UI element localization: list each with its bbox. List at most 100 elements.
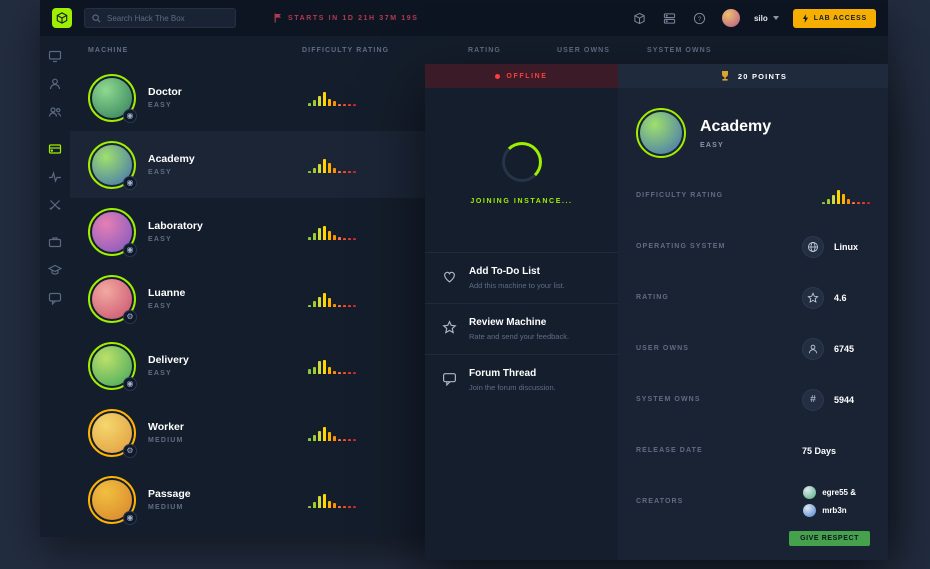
action-title: Forum Thread [469, 368, 537, 379]
machine-name: Passage [148, 488, 191, 500]
machine-difficulty: EASY [148, 102, 172, 109]
action-title: Review Machine [469, 317, 547, 328]
machine-avatar: ◉ [88, 341, 137, 391]
user-owns-value: 6745 [834, 343, 855, 354]
search-input[interactable] [107, 13, 228, 23]
machine-avatar: ◉ [88, 140, 137, 190]
field-label: RELEASE DATE [636, 447, 703, 454]
sidebar-item-battlegrounds[interactable] [40, 191, 70, 219]
spinner-icon [501, 141, 542, 182]
machine-modal: OFFLINE JOINING INSTANCE... Add To-Do Li… [425, 64, 888, 560]
detail-avatar [636, 108, 686, 158]
lab-access-label: LAB ACCESS [813, 14, 867, 22]
servers-icon[interactable] [662, 10, 678, 26]
heart-icon [440, 267, 458, 285]
difficulty-sparkline [308, 90, 356, 106]
field-label: USER OWNS [636, 345, 690, 352]
countdown-text: STARTS IN 1D 21H 37M 19S [288, 14, 419, 22]
creator-avatar [803, 504, 817, 517]
lab-access-button[interactable]: LAB ACCESS [792, 8, 876, 28]
briefcase-icon [48, 237, 62, 248]
field-label: OPERATING SYSTEM [636, 243, 726, 250]
give-respect-button[interactable]: GIVE RESPECT [789, 531, 870, 546]
offline-dot-icon [495, 73, 501, 79]
action-subtitle: Rate and send your feedback. [469, 332, 570, 341]
sidebar-item-dashboard[interactable] [40, 42, 70, 70]
action-subtitle: Add this machine to your list. [469, 281, 565, 290]
user-menu[interactable]: silo [754, 14, 779, 23]
machine-badge-icon: ◉ [123, 175, 137, 190]
creator-link[interactable]: egre55 & [803, 486, 856, 499]
field-label: SYSTEM OWNS [636, 396, 701, 403]
add-todo-action[interactable]: Add To-Do List Add this machine to your … [425, 252, 618, 303]
field-user-owns: USER OWNS 6745 [636, 323, 870, 374]
detail-header: Academy EASY [636, 108, 870, 158]
column-header-rating: RATING [468, 47, 501, 54]
machine-badge-icon: ◉ [123, 242, 137, 257]
machine-name: Worker [148, 421, 184, 433]
globe-icon [802, 235, 824, 258]
svg-text:?: ? [698, 15, 702, 22]
username-label: silo [753, 13, 768, 23]
users-icon [48, 107, 62, 117]
sidebar-item-jobs[interactable] [40, 228, 70, 256]
creator-link[interactable]: mrb3n [803, 504, 856, 517]
chat-icon [440, 369, 458, 387]
machine-avatar: ⚙ [88, 274, 137, 324]
sidebar-item-machines[interactable] [40, 135, 70, 163]
status-bar: OFFLINE [425, 64, 618, 88]
box-icon[interactable] [632, 10, 648, 26]
field-label: CREATORS [636, 498, 684, 505]
detail-machine-name: Academy [700, 117, 772, 135]
machine-badge-icon: ⚙ [123, 443, 137, 458]
creator-avatar [803, 486, 817, 499]
sidebar-item-tracks[interactable] [40, 163, 70, 191]
user-icon [802, 337, 824, 360]
cube-icon [56, 12, 68, 24]
topbar-right: ? silo LAB ACCESS [632, 8, 876, 28]
machine-avatar: ◉ [88, 207, 137, 257]
sidebar-item-forum[interactable] [40, 284, 70, 312]
chat-icon [48, 292, 62, 305]
machine-name: Luanne [148, 287, 186, 299]
machine-badge-icon: ◉ [123, 108, 137, 123]
sidebar-item-profile[interactable] [40, 70, 70, 98]
machine-name: Laboratory [148, 220, 203, 232]
hash-icon: # [802, 388, 824, 411]
chevron-down-icon [772, 16, 779, 20]
machine-badge-icon: ◉ [123, 376, 137, 391]
modal-actions-pane: OFFLINE JOINING INSTANCE... Add To-Do Li… [425, 64, 618, 560]
field-creators: CREATORS egre55 & mrb3n [636, 476, 870, 527]
review-machine-action[interactable]: Review Machine Rate and send your feedba… [425, 303, 618, 354]
machine-name: Doctor [148, 86, 182, 98]
help-icon[interactable]: ? [692, 10, 708, 26]
release-date-value: 75 Days [801, 445, 836, 456]
graduation-cap-icon [48, 264, 62, 275]
difficulty-sparkline [308, 425, 356, 441]
action-subtitle: Join the forum discussion. [469, 383, 556, 392]
sidebar-item-teams[interactable] [40, 98, 70, 126]
htb-logo[interactable] [52, 8, 72, 28]
points-label: 20 POINTS [737, 71, 788, 81]
machine-avatar: ◉ [88, 475, 137, 525]
machine-difficulty: MEDIUM [148, 504, 184, 511]
field-label: DIFFICULTY RATING [636, 192, 724, 199]
machine-difficulty: EASY [148, 236, 172, 243]
machine-difficulty: EASY [148, 169, 172, 176]
detail-difficulty-sparkline [822, 188, 870, 204]
machines-icon [48, 144, 62, 154]
pulse-icon [49, 170, 61, 183]
sidebar-item-academy[interactable] [40, 256, 70, 284]
action-title: Add To-Do List [469, 266, 540, 277]
rating-value: 4.6 [834, 292, 847, 303]
user-avatar[interactable] [721, 9, 740, 27]
machine-name: Academy [148, 153, 195, 165]
detail-fields: DIFFICULTY RATING OPERATING SYSTEM Linux… [636, 170, 870, 527]
field-rating: RATING 4.6 [636, 272, 870, 323]
forum-thread-action[interactable]: Forum Thread Join the forum discussion. [425, 354, 618, 405]
search-box[interactable] [84, 8, 236, 28]
system-owns-value: 5944 [834, 394, 855, 405]
machine-status: OFFLINE [506, 72, 548, 80]
machine-detail-pane: 20 POINTS Academy EASY DIFFICULTY RATING… [618, 64, 888, 560]
machine-avatar: ⚙ [88, 408, 137, 458]
